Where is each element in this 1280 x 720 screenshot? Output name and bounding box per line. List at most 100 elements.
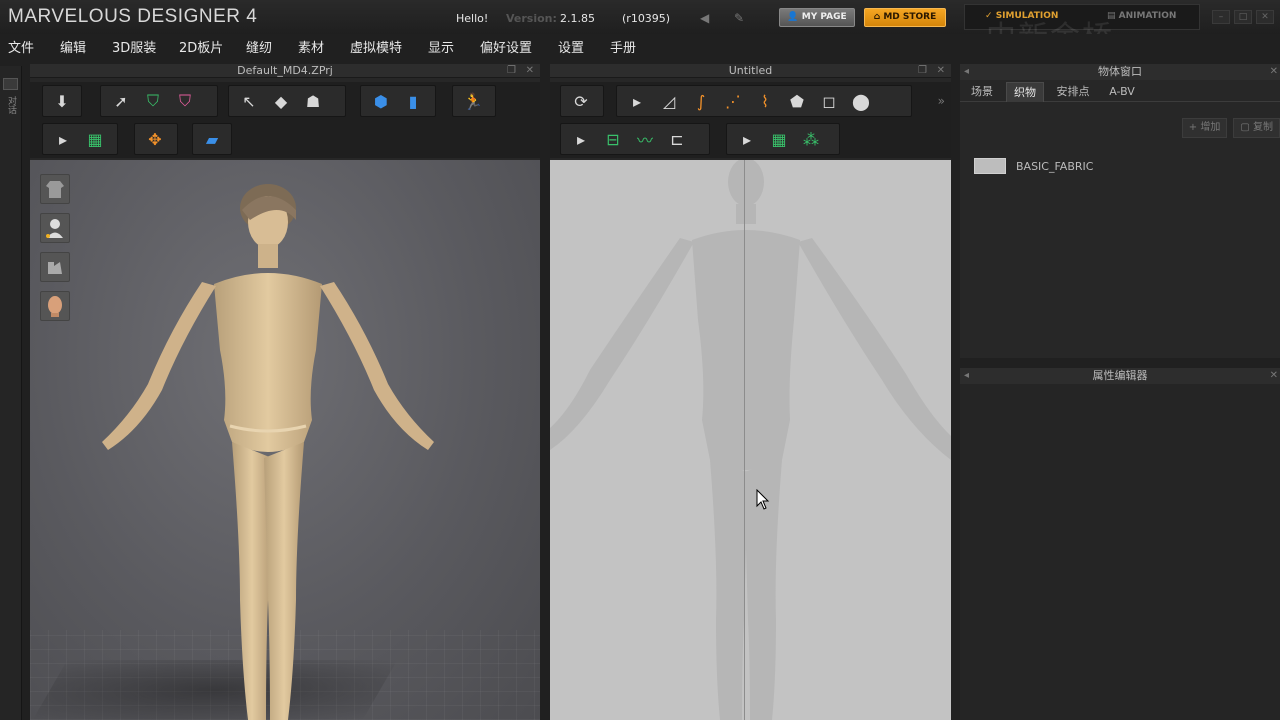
refresh-icon[interactable]: ⟳ — [567, 88, 595, 114]
fabric-name: BASIC_FABRIC — [1016, 159, 1094, 173]
edit-pattern-icon[interactable]: ◿ — [655, 88, 683, 114]
add-point-icon[interactable]: ⋰ — [719, 88, 747, 114]
animation-mode-tab[interactable]: ▤ ANIMATION — [1107, 11, 1176, 21]
close-button[interactable]: ✕ — [1256, 10, 1274, 24]
float-icon[interactable]: ❐ — [918, 64, 927, 78]
arrangement-icon[interactable]: ⬢ — [367, 88, 395, 114]
pin-panel-icon[interactable]: ◂ — [964, 65, 969, 79]
animation-label: ANIMATION — [1118, 11, 1177, 21]
panel-close-icon[interactable]: ✕ — [1270, 65, 1278, 79]
toolbar-3d-row1: ⬇ ➚ ⛉ ⛉ ↖ ◆ ☗ ⬢ ▮ 🏃 — [30, 82, 540, 120]
viewport-3d[interactable] — [30, 160, 540, 720]
avatar-figure[interactable] — [90, 180, 510, 720]
object-window-tabs: 场景 织物 安排点 A-BV — [960, 82, 1280, 102]
more-tools-icon[interactable]: » — [938, 94, 945, 108]
panel-close-icon[interactable]: ✕ — [937, 64, 945, 78]
object-window-title: 物体窗口 — [960, 64, 1280, 80]
sewing-line-icon[interactable]: 〰 — [631, 126, 659, 152]
tool-group-5: 🏃 — [452, 85, 496, 117]
plus-icon: + — [1188, 122, 1198, 133]
select-texture-icon[interactable]: ▸ — [49, 126, 77, 152]
polygon-icon[interactable]: ⬟ — [783, 88, 811, 114]
toolbar-2d-row1: ⟳ ▸ ◿ ∫ ⋰ ⌇ ⬟ ◻ ⬤ » — [550, 82, 951, 120]
segment-sewing-icon[interactable]: ▸ — [567, 126, 595, 152]
animation-run-icon[interactable]: 🏃 — [459, 88, 487, 114]
menu-sewing[interactable]: 缝纫 — [246, 37, 272, 56]
rectangle-icon[interactable]: ◻ — [815, 88, 843, 114]
version-number: 2.1.85 — [560, 12, 595, 25]
object-window-panel: 物体窗口 ◂ ✕ 场景 织物 安排点 A-BV + 增加 ▢ 复制 BASIC_… — [960, 64, 1280, 358]
menu-bar: 文件 编辑 3D服装 2D板片 缝纫 素材 虚拟模特 显示 偏好设置 设置 手册 — [0, 34, 1280, 58]
arrow-down-icon[interactable]: ⬇ — [49, 88, 75, 114]
tab-abv[interactable]: A-BV — [1102, 82, 1142, 102]
property-editor-panel: 属性编辑器 ◂ ✕ — [960, 368, 1280, 720]
panel-icon[interactable] — [3, 78, 18, 90]
panel-3d-header: Default_MD4.ZPrj ❐ ✕ ⬇ ➚ ⛉ ⛉ ↖ ◆ ☗ ⬢ ▮ 🏃 — [30, 64, 540, 160]
texture-grid-icon[interactable]: ▦ — [81, 126, 109, 152]
tab-arrangement[interactable]: 安排点 — [1050, 82, 1096, 102]
avatar-display-icon[interactable] — [40, 213, 70, 243]
avatar-pose-icon[interactable]: ☗ — [299, 88, 327, 114]
app-window: MARVELOUS DESIGNER 4 Hello! Version: 2.1… — [0, 0, 1280, 720]
edit-texture-icon[interactable]: ▸ — [733, 126, 761, 152]
panel-2d-header: Untitled ❐ ✕ ⟳ ▸ ◿ ∫ ⋰ ⌇ ⬟ ◻ ⬤ » ▸ ⊟ 〰 ⊏… — [550, 64, 951, 160]
megaphone-icon[interactable]: ◀ — [700, 11, 709, 25]
edit-sewing-icon[interactable]: ⊏ — [663, 126, 691, 152]
minimize-button[interactable]: – — [1212, 10, 1230, 24]
window-controls: – □ ✕ — [1212, 10, 1274, 24]
menu-2d-pattern[interactable]: 2D板片 — [179, 37, 223, 56]
menu-preferences[interactable]: 偏好设置 — [480, 37, 532, 56]
select-move-icon[interactable]: ➚ — [107, 88, 135, 114]
float-icon[interactable]: ❐ — [507, 64, 516, 78]
panel-close-icon[interactable]: ✕ — [526, 64, 534, 78]
md-store-label: MD STORE — [883, 12, 937, 22]
garment-select-icon[interactable]: ⛉ — [139, 88, 167, 114]
fabric-list-item[interactable]: BASIC_FABRIC — [974, 158, 1093, 174]
panel-close-icon[interactable]: ✕ — [1270, 369, 1278, 383]
menu-file[interactable]: 文件 — [8, 37, 34, 56]
chat-icon[interactable]: ✎ — [734, 11, 744, 25]
texture-grid-2d-icon[interactable]: ▦ — [765, 126, 793, 152]
gizmo-icon[interactable]: ✥ — [141, 126, 169, 152]
copy-fabric-button[interactable]: ▢ 复制 — [1233, 118, 1280, 138]
property-editor-title: 属性编辑器 — [960, 368, 1280, 384]
garment-display-icon[interactable] — [40, 174, 70, 204]
arrangement-point-icon[interactable]: ▮ — [399, 88, 427, 114]
avatar-skin-icon[interactable] — [40, 291, 70, 321]
tab-scene[interactable]: 场景 — [964, 82, 1000, 102]
tool-group-2d-2: ▸ ◿ ∫ ⋰ ⌇ ⬟ ◻ ⬤ — [616, 85, 912, 117]
fabric-actions: + 增加 ▢ 复制 — [1181, 118, 1280, 138]
fold-icon[interactable]: ◆ — [267, 88, 295, 114]
menu-3d-garment[interactable]: 3D服装 — [112, 37, 156, 56]
transform-pattern-icon[interactable]: ▸ — [623, 88, 651, 114]
edit-curvature-icon[interactable]: ⌇ — [751, 88, 779, 114]
dock-label[interactable]: 对话 — [5, 96, 18, 114]
avatar-silhouette — [550, 160, 951, 720]
my-page-button[interactable]: 👤 MY PAGE — [779, 8, 855, 27]
menu-display[interactable]: 显示 — [428, 37, 454, 56]
curve-point-icon[interactable]: ∫ — [687, 88, 715, 114]
my-page-label: MY PAGE — [801, 12, 847, 22]
add-label: 增加 — [1200, 122, 1221, 133]
graphic-icon[interactable]: ⁂ — [797, 126, 825, 152]
tool-group-4: ⬢ ▮ — [360, 85, 436, 117]
maximize-button[interactable]: □ — [1234, 10, 1252, 24]
free-sewing-icon[interactable]: ⊟ — [599, 126, 627, 152]
garment-transform-icon[interactable]: ⛉ — [171, 88, 199, 114]
center-line — [744, 160, 745, 720]
left-dock-strip: 对话 — [0, 66, 22, 720]
tab-fabric[interactable]: 织物 — [1006, 82, 1044, 102]
menu-settings[interactable]: 设置 — [558, 37, 584, 56]
menu-manual[interactable]: 手册 — [610, 37, 636, 56]
pin-icon[interactable]: ↖ — [235, 88, 263, 114]
add-fabric-button[interactable]: + 增加 — [1181, 118, 1228, 138]
circle-icon[interactable]: ⬤ — [847, 88, 875, 114]
menu-materials[interactable]: 素材 — [298, 37, 324, 56]
menu-avatar[interactable]: 虚拟模特 — [350, 37, 402, 56]
pattern-display-icon[interactable] — [40, 252, 70, 282]
pin-panel-icon[interactable]: ◂ — [964, 369, 969, 383]
viewport-2d[interactable] — [550, 160, 951, 720]
tape-icon[interactable]: ▰ — [199, 126, 225, 152]
menu-edit[interactable]: 编辑 — [60, 37, 86, 56]
md-store-button[interactable]: ⌂ MD STORE — [864, 8, 946, 27]
